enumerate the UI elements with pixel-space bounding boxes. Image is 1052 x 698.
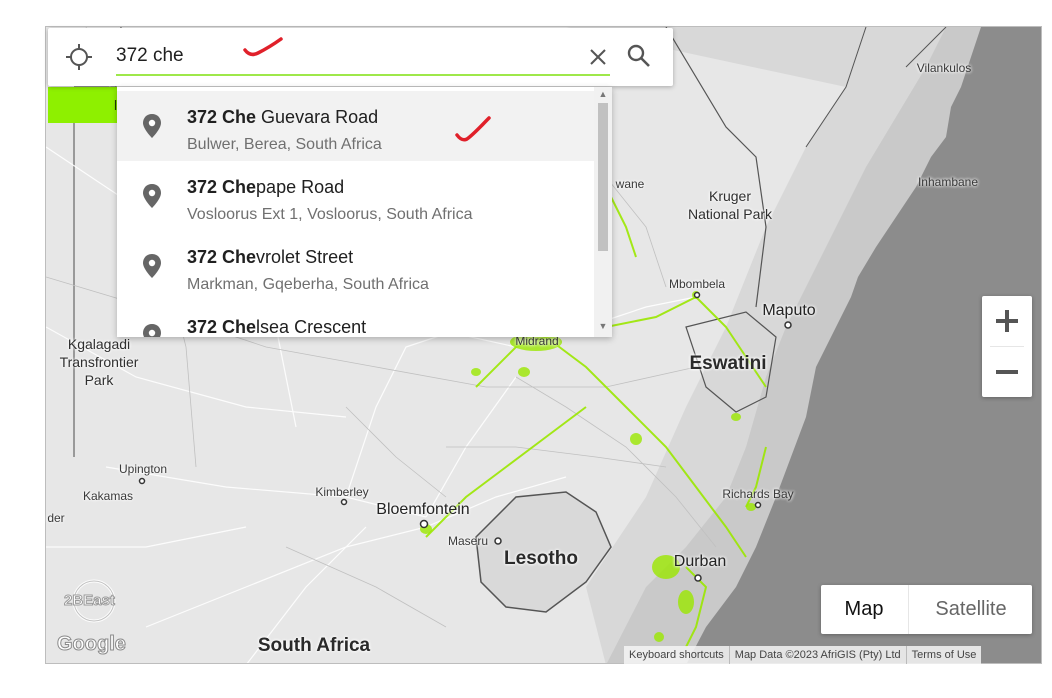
clear-search-button[interactable]: [586, 45, 610, 69]
zoom-out-button[interactable]: [982, 347, 1032, 397]
plus-icon: [996, 310, 1018, 332]
map-data-attribution: Map Data ©2023 AfriGIS (Pty) Ltd: [730, 646, 907, 664]
suggestions-scrollbar[interactable]: ▲ ▼: [594, 87, 612, 337]
green-banner: l: [48, 87, 118, 123]
suggestion-item[interactable]: 372 Chepape Road Vosloorus Ext 1, Vosloo…: [117, 161, 594, 231]
scroll-thumb[interactable]: [598, 103, 608, 251]
search-icon: [627, 44, 650, 67]
suggestion-item[interactable]: 372 Che Guevara Road Bulwer, Berea, Sout…: [117, 91, 594, 161]
zoom-control: [982, 296, 1032, 397]
scroll-up-arrow-icon[interactable]: ▲: [597, 89, 609, 99]
minus-icon: [996, 370, 1018, 374]
keyboard-shortcuts-link[interactable]: Keyboard shortcuts: [624, 646, 730, 664]
suggestion-title: 372 Chepape Road: [187, 177, 345, 197]
map-type-map-button[interactable]: Map: [821, 585, 907, 634]
page: Vilankulos Inhambane Kruger National Par…: [0, 0, 1052, 698]
my-location-button[interactable]: [65, 43, 93, 71]
watermark-text: 2BEast: [64, 592, 116, 610]
location-pin-icon: [143, 184, 161, 208]
suggestion-title: 372 Che Guevara Road: [187, 107, 379, 127]
search-button[interactable]: [626, 43, 652, 69]
search-input[interactable]: [116, 41, 610, 71]
map-type-satellite-button[interactable]: Satellite: [908, 585, 1033, 634]
search-box: [48, 28, 673, 86]
map-type-control: Map Satellite: [821, 585, 1032, 634]
location-pin-icon: [143, 324, 161, 337]
suggestion-title: 372 Chelsea Crescent: [187, 317, 367, 337]
terms-of-use-link[interactable]: Terms of Use: [907, 646, 982, 664]
zoom-in-button[interactable]: [982, 296, 1032, 346]
google-logo: Google: [57, 633, 127, 656]
search-underline: [116, 74, 610, 76]
close-icon: [590, 49, 606, 65]
crosshair-icon: [66, 44, 92, 70]
suggestion-item[interactable]: 372 Chelsea Crescent: [117, 301, 594, 337]
suggestions-dropdown: 372 Che Guevara Road Bulwer, Berea, Sout…: [117, 87, 612, 337]
suggestion-subtitle: Markman, Gqeberha, South Africa: [187, 276, 429, 293]
location-pin-icon: [143, 254, 161, 278]
suggestion-subtitle: Vosloorus Ext 1, Vosloorus, South Africa: [187, 206, 473, 223]
scroll-down-arrow-icon[interactable]: ▼: [597, 321, 609, 331]
location-pin-icon: [143, 114, 161, 138]
suggestion-subtitle: Bulwer, Berea, South Africa: [187, 136, 382, 153]
suggestion-title: 372 Chevrolet Street: [187, 247, 354, 267]
map-footer: Keyboard shortcuts Map Data ©2023 AfriGI…: [624, 646, 982, 664]
suggestion-item[interactable]: 372 Chevrolet Street Markman, Gqeberha, …: [117, 231, 594, 301]
